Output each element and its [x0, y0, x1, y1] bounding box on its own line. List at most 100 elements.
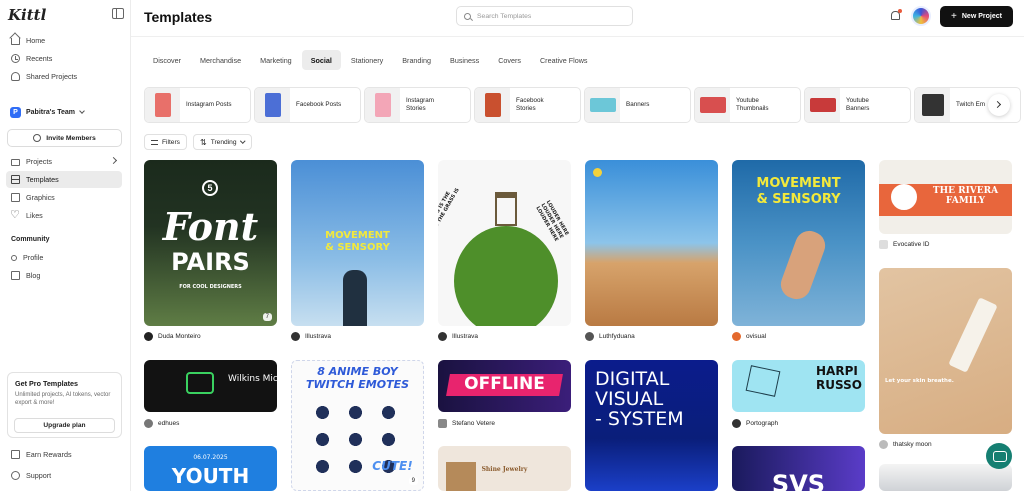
template-card[interactable]: OFFLINE Stefano Vetere [438, 360, 571, 432]
tab-merchandise[interactable]: Merchandise [191, 50, 250, 70]
sidebar: Kittl Home Recents Shared Projects P Pab… [0, 0, 131, 491]
template-author[interactable]: Illustrava [438, 332, 478, 341]
template-author[interactable]: Duda Monteiro [144, 332, 201, 341]
template-thumbnail [585, 160, 718, 326]
thumbnail-title: Wilkins Mic [228, 374, 277, 384]
subcategory-instagram-posts[interactable]: Instagram Posts [144, 87, 251, 123]
avatar [144, 419, 153, 428]
template-card[interactable]: MOVEMENT & SENSORY ovisual [732, 160, 865, 350]
sidebar-item-recents[interactable]: Recents [6, 50, 122, 67]
tab-creative-flows[interactable]: Creative Flows [531, 50, 597, 70]
template-card[interactable]: 5 Font PAIRS FOR COOL DESIGNERS 7 Duda M… [144, 160, 277, 350]
template-card[interactable]: Let your skin breathe. thatsky moon [879, 268, 1012, 452]
thumbnail-title: 8 ANIME BOY [317, 365, 398, 378]
sidebar-item-earn-rewards[interactable]: Earn Rewards [6, 446, 122, 463]
clock-icon [11, 54, 20, 63]
template-thumbnail: Wilkins Mic [144, 360, 277, 412]
template-author[interactable]: Evocative ID [879, 240, 930, 249]
thumbnail-subtitle: & SENSORY [756, 192, 841, 207]
new-project-button[interactable]: + New Project [940, 6, 1013, 27]
sidebar-item-label: Profile [23, 253, 44, 262]
team-switcher[interactable]: P Pabitra's Team [10, 107, 85, 118]
template-author[interactable]: Portograph [732, 419, 778, 428]
author-name: Illustrava [305, 333, 332, 340]
subcategory-banners[interactable]: Banners [584, 87, 691, 123]
kittl-logo[interactable]: Kittl [8, 6, 46, 24]
thumbnail-date: 06.07.2025 [193, 454, 228, 461]
sidebar-item-templates[interactable]: Templates [6, 171, 122, 188]
template-card[interactable]: 06.07.2025 YOUTH [144, 446, 277, 491]
subcategory-youtube-banners[interactable]: Youtube Banners [804, 87, 911, 123]
image-icon [11, 193, 20, 202]
template-thumbnail: THE RIVERA FAMILY [879, 160, 1012, 234]
tab-social[interactable]: Social [301, 50, 341, 70]
template-card[interactable]: 8 ANIME BOY TWITCH EMOTES CUTE! 9 [291, 360, 424, 491]
subcategory-label: Banners [626, 101, 650, 108]
tab-discover[interactable]: Discover [144, 50, 190, 70]
subcategory-facebook-stories[interactable]: Facebook Stories [474, 87, 581, 123]
template-thumbnail: MOVEMENT & SENSORY [732, 160, 865, 326]
pro-upsell-card: Get Pro Templates Unlimited projects, AI… [7, 372, 122, 438]
main-content: Templates Search Templates + New Project… [131, 0, 1024, 491]
sidebar-item-projects[interactable]: Projects [6, 153, 122, 170]
product-tube [948, 297, 998, 373]
template-author[interactable]: Illustrava [291, 332, 331, 341]
sidebar-item-label: Blog [26, 271, 41, 280]
sidebar-collapse-icon[interactable] [112, 8, 124, 19]
sidebar-item-graphics[interactable]: Graphics [6, 189, 122, 206]
search-input[interactable]: Search Templates [456, 6, 633, 26]
chat-support-button[interactable] [986, 443, 1012, 469]
template-thumbnail: THE GRASS IS THE GRASS IS THE GRASS IS L… [438, 160, 571, 326]
template-author[interactable]: edhues [144, 419, 179, 428]
template-thumbnail [879, 464, 1012, 491]
thumbnail-title: HARPI [816, 364, 858, 378]
scroll-right-button[interactable] [988, 94, 1010, 116]
community-heading: Community [11, 236, 50, 243]
grass-hill [454, 226, 558, 326]
sidebar-item-shared-projects[interactable]: Shared Projects [6, 68, 122, 85]
template-card[interactable]: Luthfyduana [585, 160, 718, 350]
template-card[interactable]: HARPI RUSSO Portograph [732, 360, 865, 432]
tab-business[interactable]: Business [441, 50, 488, 70]
subcategory-facebook-posts[interactable]: Facebook Posts [254, 87, 361, 123]
template-author[interactable]: ovisual [732, 332, 766, 341]
thumbnail-title: SVS [771, 470, 826, 491]
template-card[interactable]: Shine Jewelry [438, 446, 571, 491]
tab-covers[interactable]: Covers [489, 50, 530, 70]
help-icon [11, 471, 20, 480]
code-icon [186, 372, 214, 394]
template-card[interactable]: SVS [732, 446, 865, 491]
sidebar-item-home[interactable]: Home [6, 32, 122, 49]
invite-members-button[interactable]: Invite Members [7, 129, 122, 147]
upgrade-plan-button[interactable]: Upgrade plan [14, 418, 115, 433]
sidebar-item-profile[interactable]: Profile [6, 249, 122, 266]
sidebar-item-likes[interactable]: Likes [6, 207, 122, 224]
template-card[interactable] [879, 464, 1012, 491]
template-card[interactable]: THE GRASS IS THE GRASS IS THE GRASS IS L… [438, 160, 571, 350]
sort-dropdown[interactable]: ⇅ Trending [193, 134, 252, 150]
template-card[interactable]: DIGITAL VISUAL - SYSTEM [585, 360, 718, 491]
team-name: Pabitra's Team [26, 109, 75, 116]
sidebar-item-blog[interactable]: Blog [6, 267, 122, 284]
sidebar-item-support[interactable]: Support [6, 467, 122, 484]
subcategory-instagram-stories[interactable]: Instagram Stories [364, 87, 471, 123]
user-avatar[interactable] [911, 6, 931, 26]
template-card[interactable]: MOVEMENT & SENSORY Illustrava [291, 160, 424, 350]
tab-branding[interactable]: Branding [393, 50, 440, 70]
thumbnail-title: Font [162, 204, 259, 249]
template-author[interactable]: thatsky moon [879, 440, 932, 449]
sidebar-item-label: Projects [26, 157, 52, 166]
subcategory-youtube-thumbnails[interactable]: Youtube Thumbnails [694, 87, 801, 123]
template-author[interactable]: Luthfyduana [585, 332, 635, 341]
new-project-label: New Project [961, 13, 1002, 20]
sidebar-item-label: Likes [26, 211, 43, 220]
template-author[interactable]: Stefano Vetere [438, 419, 495, 428]
template-card[interactable]: Wilkins Mic edhues [144, 360, 277, 432]
filters-button[interactable]: Filters [144, 134, 187, 150]
hand-illustration [776, 226, 830, 304]
diamond-illustration [745, 365, 781, 397]
tab-stationery[interactable]: Stationery [342, 50, 392, 70]
tab-marketing[interactable]: Marketing [251, 50, 301, 70]
thumbnail-subtitle: FAMILY [945, 196, 986, 206]
template-card[interactable]: THE RIVERA FAMILY Evocative ID [879, 160, 1012, 260]
